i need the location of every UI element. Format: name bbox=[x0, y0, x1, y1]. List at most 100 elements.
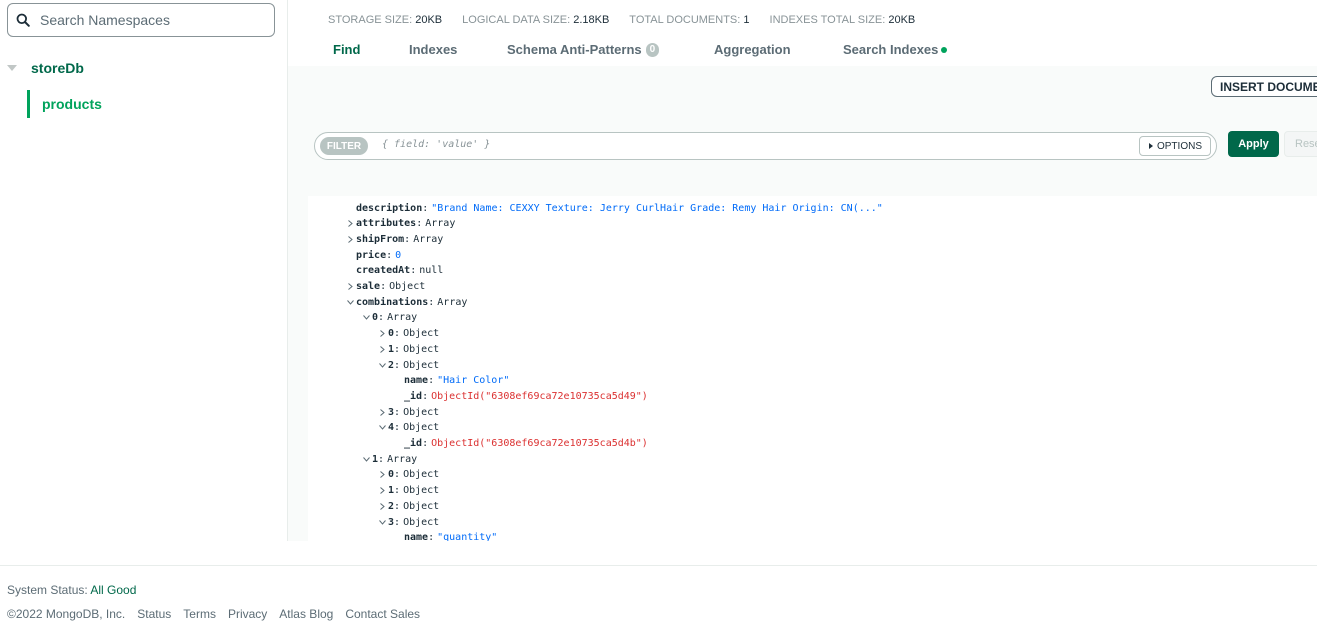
chevron-right-icon[interactable] bbox=[346, 220, 354, 228]
footer: System Status: All Good ©2022 MongoDB, I… bbox=[0, 565, 1317, 628]
chevron-down-icon[interactable] bbox=[362, 314, 370, 322]
chevron-right-icon[interactable] bbox=[378, 330, 386, 338]
chevron-down-icon[interactable] bbox=[346, 298, 354, 306]
database-name: storeDb bbox=[31, 60, 84, 76]
status-link[interactable]: All Good bbox=[90, 583, 136, 597]
options-button[interactable]: OPTIONS bbox=[1139, 136, 1211, 156]
document-field-row[interactable]: 3: Object bbox=[379, 404, 440, 420]
document-card: description: "Brand Name: CEXXY Texture: … bbox=[308, 196, 1317, 541]
reset-button[interactable]: Rese bbox=[1284, 131, 1317, 157]
field-separator: : bbox=[394, 500, 401, 512]
field-key: description bbox=[356, 202, 423, 214]
stat-total-documents: TOTAL DOCUMENTS: 1 bbox=[629, 14, 750, 26]
field-value: Array bbox=[437, 296, 468, 308]
field-value: Object bbox=[403, 516, 440, 528]
field-value: Array bbox=[387, 312, 418, 324]
collection-stats: STORAGE SIZE: 20KB LOGICAL DATA SIZE: 2.… bbox=[328, 14, 935, 26]
field-separator: : bbox=[378, 312, 385, 324]
tab-find[interactable]: Find bbox=[333, 42, 360, 57]
footer-link-atlas-blog[interactable]: Atlas Blog bbox=[279, 607, 333, 621]
field-value: Object bbox=[403, 343, 440, 355]
document-field-row[interactable]: 4: Object bbox=[378, 420, 439, 436]
chevron-right-icon[interactable] bbox=[378, 502, 386, 510]
document-field-row[interactable]: sale: Object bbox=[347, 279, 425, 295]
field-value: ObjectId("6308ef69ca72e10735ca5d4b") bbox=[431, 438, 648, 449]
caret-down-icon[interactable] bbox=[7, 65, 17, 71]
field-key: _id bbox=[404, 438, 423, 449]
caret-right-icon bbox=[1148, 143, 1153, 149]
filter-label: FILTER bbox=[320, 137, 368, 155]
field-value: Object bbox=[403, 359, 440, 371]
chevron-down-icon[interactable] bbox=[378, 518, 386, 526]
namespace-search[interactable] bbox=[7, 3, 275, 37]
field-separator: : bbox=[428, 532, 435, 541]
field-separator: : bbox=[394, 406, 401, 418]
search-icon bbox=[8, 13, 38, 27]
field-separator: : bbox=[386, 249, 393, 261]
document-field-row[interactable]: 3: Object bbox=[378, 514, 440, 530]
footer-links: ©2022 MongoDB, Inc. Status Terms Privacy… bbox=[7, 607, 420, 621]
document-field-row[interactable]: 0: Object bbox=[379, 467, 439, 483]
field-value: Object bbox=[403, 500, 440, 512]
field-separator: : bbox=[428, 296, 435, 308]
footer-link-contact-sales[interactable]: Contact Sales bbox=[345, 607, 420, 621]
filter-bar[interactable]: FILTER { field: 'value' } OPTIONS bbox=[314, 132, 1217, 160]
insert-document-button[interactable]: INSERT DOCUME bbox=[1211, 76, 1317, 97]
document-field-row[interactable]: combinations: Array bbox=[346, 294, 468, 310]
document-field-row[interactable]: 1: Array bbox=[362, 451, 417, 467]
tab-search-indexes[interactable]: Search Indexes bbox=[843, 42, 948, 57]
tab-aggregation[interactable]: Aggregation bbox=[714, 42, 791, 57]
chevron-right-icon[interactable] bbox=[346, 283, 354, 291]
schema-count-badge: 0 bbox=[645, 42, 660, 57]
document-field-row[interactable]: shipFrom: Array bbox=[347, 231, 443, 247]
tab-indexes[interactable]: Indexes bbox=[409, 42, 457, 57]
field-value: Array bbox=[425, 218, 456, 230]
field-separator: : bbox=[394, 343, 401, 355]
field-separator: : bbox=[394, 516, 401, 528]
field-separator: : bbox=[428, 375, 435, 387]
document-field-row[interactable]: 2: Object bbox=[378, 357, 440, 373]
document-field-row[interactable]: 0: Array bbox=[362, 310, 418, 326]
document-field-row: description: "Brand Name: CEXXY Texture: … bbox=[356, 200, 883, 216]
field-value: Object bbox=[403, 485, 440, 497]
document-field-row: createdAt: null bbox=[356, 263, 443, 279]
field-separator: : bbox=[404, 233, 411, 245]
field-separator: : bbox=[394, 469, 401, 481]
system-status: System Status: All Good bbox=[7, 583, 137, 597]
chevron-down-icon[interactable] bbox=[378, 424, 386, 432]
field-separator: : bbox=[422, 390, 429, 402]
field-separator: : bbox=[380, 281, 387, 292]
document-field-row[interactable]: attributes: Array bbox=[347, 216, 456, 232]
field-separator: : bbox=[378, 453, 385, 465]
field-value: 0 bbox=[395, 249, 402, 261]
document-field-row[interactable]: 0: Object bbox=[379, 326, 439, 342]
document-field-row[interactable]: 1: Object bbox=[379, 483, 440, 499]
field-key: name bbox=[404, 375, 429, 387]
database-item-storedb[interactable]: storeDb bbox=[0, 56, 287, 80]
chevron-right-icon[interactable] bbox=[378, 345, 386, 353]
field-value: "quantity" bbox=[437, 532, 498, 541]
document-field-row[interactable]: 2: Object bbox=[379, 498, 440, 514]
stat-storage-size: STORAGE SIZE: 20KB bbox=[328, 14, 443, 26]
field-key: createdAt bbox=[356, 265, 411, 277]
chevron-right-icon[interactable] bbox=[378, 471, 386, 479]
tab-schema-anti-patterns[interactable]: Schema Anti-Patterns 0 bbox=[507, 42, 660, 57]
chevron-down-icon[interactable] bbox=[378, 361, 386, 369]
field-value: Object bbox=[403, 406, 440, 418]
footer-link-privacy[interactable]: Privacy bbox=[228, 607, 267, 621]
search-namespaces-input[interactable] bbox=[38, 11, 262, 29]
chevron-right-icon[interactable] bbox=[378, 408, 386, 416]
footer-link-status[interactable]: Status bbox=[137, 607, 171, 621]
apply-button[interactable]: Apply bbox=[1228, 131, 1279, 157]
field-separator: : bbox=[394, 422, 401, 434]
document-field-row[interactable]: 1: Object bbox=[379, 341, 440, 357]
footer-link-terms[interactable]: Terms bbox=[183, 607, 216, 621]
collection-item-products[interactable]: products bbox=[27, 90, 102, 118]
collection-name: products bbox=[42, 96, 102, 112]
filter-query-input[interactable]: { field: 'value' } bbox=[382, 139, 490, 150]
field-key: shipFrom bbox=[356, 233, 405, 245]
stat-logical-data-size: LOGICAL DATA SIZE: 2.18KB bbox=[462, 14, 610, 26]
chevron-right-icon[interactable] bbox=[346, 235, 354, 243]
chevron-right-icon[interactable] bbox=[378, 487, 386, 495]
chevron-down-icon[interactable] bbox=[362, 455, 370, 463]
